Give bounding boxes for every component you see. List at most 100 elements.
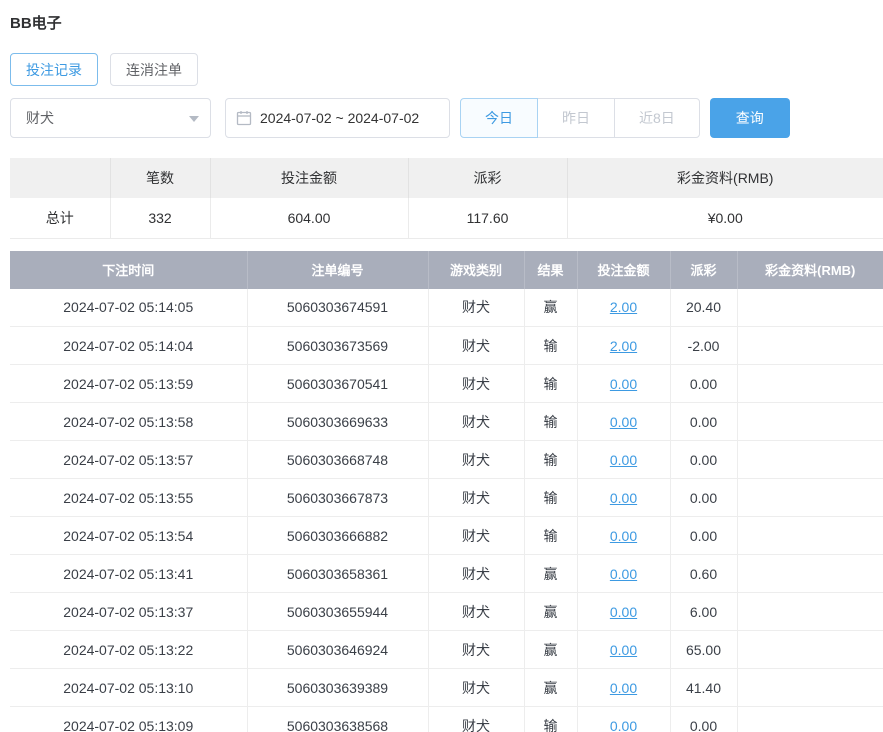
today-button[interactable]: 今日 bbox=[460, 98, 538, 138]
bet-amount-cell: 2.00 bbox=[577, 288, 671, 327]
table-row: 2024-07-02 05:13:54 5060303666882 财犬 输 0… bbox=[10, 516, 883, 555]
bonus-cell bbox=[737, 630, 883, 669]
tab-bet-records[interactable]: 投注记录 bbox=[10, 53, 98, 86]
tab-cancelled-orders[interactable]: 连消注单 bbox=[110, 53, 198, 86]
bonus-cell bbox=[737, 364, 883, 403]
summary-header-row: 笔数 投注金额 派彩 彩金资料(RMB) bbox=[10, 158, 883, 198]
bet-amount-link[interactable]: 0.00 bbox=[610, 452, 637, 468]
game-type-cell: 财犬 bbox=[428, 554, 525, 593]
bet-time-cell: 2024-07-02 05:13:37 bbox=[10, 592, 248, 631]
tabs: 投注记录 连消注单 bbox=[10, 53, 883, 86]
summary-header-empty bbox=[10, 158, 111, 198]
bet-time-cell: 2024-07-02 05:14:05 bbox=[10, 288, 248, 327]
summary-total-bet-amount: 604.00 bbox=[210, 198, 409, 239]
summary-total-count: 332 bbox=[110, 198, 211, 239]
result-cell: 输 bbox=[524, 440, 578, 479]
game-type-cell: 财犬 bbox=[428, 592, 525, 631]
bet-amount-cell: 0.00 bbox=[577, 592, 671, 631]
bet-amount-link[interactable]: 2.00 bbox=[610, 299, 637, 315]
order-number-cell: 5060303666882 bbox=[247, 516, 429, 555]
game-select[interactable]: 财犬 bbox=[10, 98, 211, 138]
table-row: 2024-07-02 05:13:41 5060303658361 财犬 赢 0… bbox=[10, 554, 883, 593]
bet-amount-link[interactable]: 0.00 bbox=[610, 528, 637, 544]
summary-header-payout: 派彩 bbox=[408, 158, 568, 198]
bonus-cell bbox=[737, 592, 883, 631]
payout-cell: 0.00 bbox=[670, 440, 738, 479]
last-8-days-button[interactable]: 近8日 bbox=[614, 98, 700, 138]
game-type-cell: 财犬 bbox=[428, 668, 525, 707]
header-result: 结果 bbox=[524, 250, 578, 289]
order-number-cell: 5060303658361 bbox=[247, 554, 429, 593]
result-cell: 输 bbox=[524, 326, 578, 365]
bet-amount-cell: 0.00 bbox=[577, 516, 671, 555]
payout-cell: 0.60 bbox=[670, 554, 738, 593]
bet-time-cell: 2024-07-02 05:13:22 bbox=[10, 630, 248, 669]
payout-cell: -2.00 bbox=[670, 326, 738, 365]
summary-header-count: 笔数 bbox=[110, 158, 211, 198]
summary-table: 笔数 投注金额 派彩 彩金资料(RMB) 总计 332 604.00 117.6… bbox=[10, 158, 883, 239]
result-cell: 赢 bbox=[524, 630, 578, 669]
table-row: 2024-07-02 05:13:59 5060303670541 财犬 输 0… bbox=[10, 364, 883, 403]
order-number-cell: 5060303667873 bbox=[247, 478, 429, 517]
payout-cell: 0.00 bbox=[670, 402, 738, 441]
bet-time-cell: 2024-07-02 05:13:41 bbox=[10, 554, 248, 593]
table-row: 2024-07-02 05:13:10 5060303639389 财犬 赢 0… bbox=[10, 668, 883, 707]
chevron-down-icon bbox=[189, 116, 199, 122]
order-number-cell: 5060303669633 bbox=[247, 402, 429, 441]
game-type-cell: 财犬 bbox=[428, 402, 525, 441]
summary-total-row: 总计 332 604.00 117.60 ¥0.00 bbox=[10, 198, 883, 239]
payout-cell: 6.00 bbox=[670, 592, 738, 631]
bet-amount-link[interactable]: 0.00 bbox=[610, 490, 637, 506]
bet-amount-link[interactable]: 0.00 bbox=[610, 376, 637, 392]
result-cell: 赢 bbox=[524, 554, 578, 593]
table-row: 2024-07-02 05:13:55 5060303667873 财犬 输 0… bbox=[10, 478, 883, 517]
order-number-cell: 5060303670541 bbox=[247, 364, 429, 403]
bet-amount-link[interactable]: 0.00 bbox=[610, 718, 637, 732]
bet-amount-link[interactable]: 0.00 bbox=[610, 604, 637, 620]
page-title: BB电子 bbox=[10, 15, 62, 32]
game-type-cell: 财犬 bbox=[428, 478, 525, 517]
bet-time-cell: 2024-07-02 05:13:09 bbox=[10, 706, 248, 732]
records-table: 下注时间 注单编号 游戏类别 结果 投注金额 派彩 彩金资料(RMB) 2024… bbox=[10, 250, 883, 732]
game-type-cell: 财犬 bbox=[428, 440, 525, 479]
filter-row: 财犬 2024-07-02 ~ 2024-07-02 今日 昨日 近8日 查询 bbox=[10, 98, 883, 138]
game-type-cell: 财犬 bbox=[428, 364, 525, 403]
bet-amount-cell: 0.00 bbox=[577, 668, 671, 707]
search-button[interactable]: 查询 bbox=[709, 98, 790, 138]
order-number-cell: 5060303639389 bbox=[247, 668, 429, 707]
bet-amount-cell: 0.00 bbox=[577, 630, 671, 669]
bet-amount-link[interactable]: 0.00 bbox=[610, 414, 637, 430]
table-row: 2024-07-02 05:13:09 5060303638568 财犬 输 0… bbox=[10, 706, 883, 732]
bet-records-page: BB电子 投注记录 连消注单 财犬 2024-07-02 ~ 2024-07-0… bbox=[0, 0, 883, 732]
header-payout: 派彩 bbox=[670, 250, 738, 289]
date-range-input[interactable]: 2024-07-02 ~ 2024-07-02 bbox=[225, 98, 450, 138]
table-row: 2024-07-02 05:13:22 5060303646924 财犬 赢 0… bbox=[10, 630, 883, 669]
table-row: 2024-07-02 05:13:37 5060303655944 财犬 赢 0… bbox=[10, 592, 883, 631]
bonus-cell bbox=[737, 440, 883, 479]
yesterday-button[interactable]: 昨日 bbox=[537, 98, 615, 138]
bet-amount-link[interactable]: 0.00 bbox=[610, 680, 637, 696]
table-row: 2024-07-02 05:13:57 5060303668748 财犬 输 0… bbox=[10, 440, 883, 479]
payout-cell: 0.00 bbox=[670, 706, 738, 732]
game-type-cell: 财犬 bbox=[428, 326, 525, 365]
bet-time-cell: 2024-07-02 05:13:55 bbox=[10, 478, 248, 517]
table-row: 2024-07-02 05:13:58 5060303669633 财犬 输 0… bbox=[10, 402, 883, 441]
game-select-value: 财犬 bbox=[26, 110, 54, 126]
bonus-cell bbox=[737, 288, 883, 327]
records-header-row: 下注时间 注单编号 游戏类别 结果 投注金额 派彩 彩金资料(RMB) bbox=[10, 250, 883, 289]
bet-amount-link[interactable]: 0.00 bbox=[610, 566, 637, 582]
result-cell: 输 bbox=[524, 402, 578, 441]
result-cell: 赢 bbox=[524, 592, 578, 631]
bonus-cell bbox=[737, 326, 883, 365]
bet-time-cell: 2024-07-02 05:13:10 bbox=[10, 668, 248, 707]
game-type-cell: 财犬 bbox=[428, 630, 525, 669]
bonus-cell bbox=[737, 668, 883, 707]
summary-header-bet-amount: 投注金额 bbox=[210, 158, 409, 198]
bet-time-cell: 2024-07-02 05:14:04 bbox=[10, 326, 248, 365]
bet-amount-cell: 0.00 bbox=[577, 478, 671, 517]
game-type-cell: 财犬 bbox=[428, 516, 525, 555]
quick-date-buttons: 今日 昨日 近8日 bbox=[460, 98, 700, 138]
bet-amount-link[interactable]: 2.00 bbox=[610, 338, 637, 354]
bet-amount-cell: 0.00 bbox=[577, 554, 671, 593]
bet-amount-link[interactable]: 0.00 bbox=[610, 642, 637, 658]
